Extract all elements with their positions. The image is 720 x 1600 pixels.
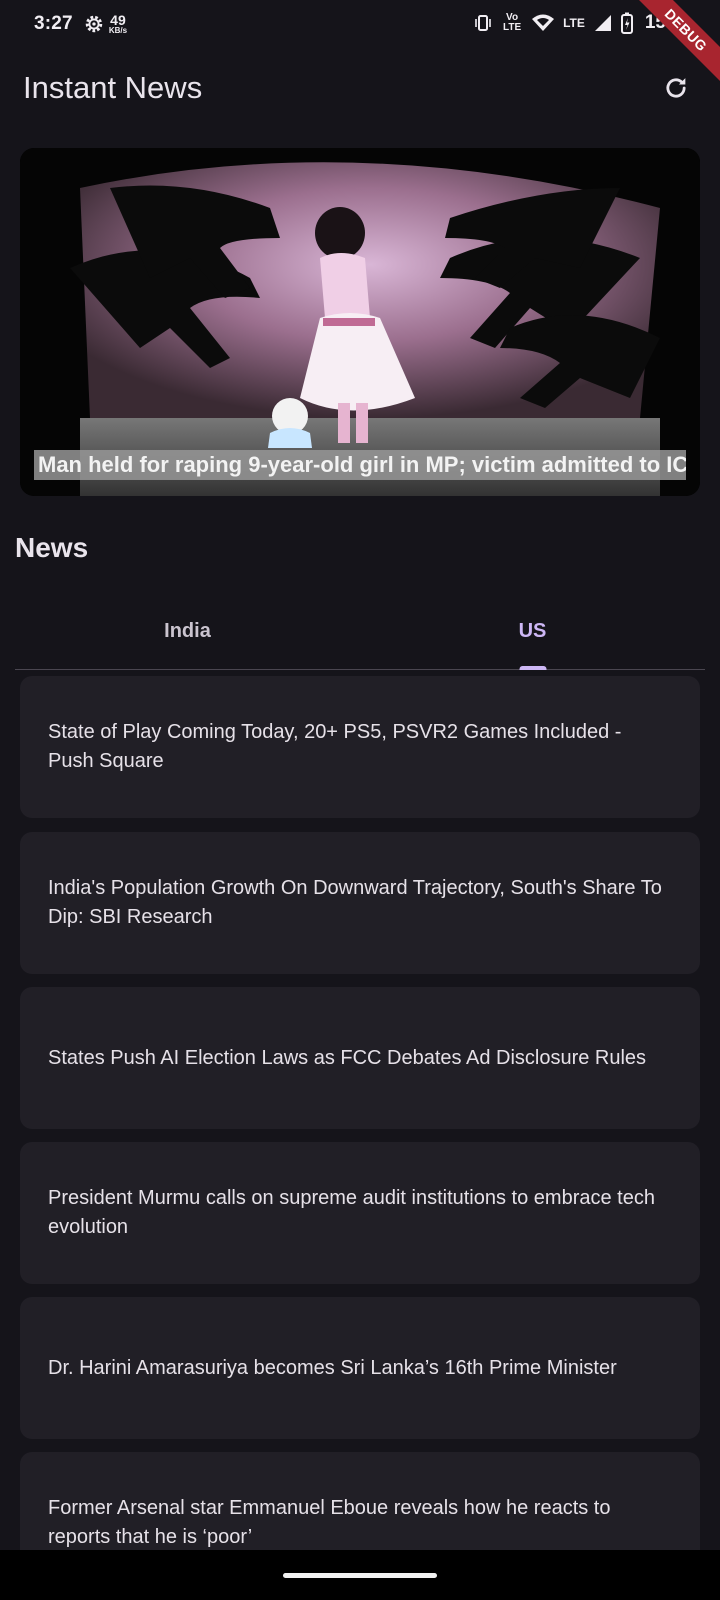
news-card[interactable]: States Push AI Election Laws as FCC Deba… — [20, 987, 700, 1129]
network-speed: 49 KB/s — [109, 13, 127, 35]
hero-news-card[interactable]: Man held for raping 9-year-old girl in M… — [20, 148, 700, 496]
news-headline: India's Population Growth On Downward Tr… — [48, 877, 662, 928]
vibrate-icon — [475, 15, 491, 31]
system-nav-bar — [0, 1550, 720, 1600]
volte-indicator: Vo LTE — [503, 12, 522, 33]
news-headline: States Push AI Election Laws as FCC Deba… — [48, 1046, 647, 1069]
status-bar: 3:27 49 KB/s Vo LTE LTE 15 — [0, 0, 720, 48]
network-speed-unit: KB/s — [108, 26, 128, 35]
settings-gear-icon — [85, 15, 103, 33]
tab-us[interactable]: US — [360, 594, 705, 669]
news-headline: Dr. Harini Amarasuriya becomes Sri Lanka… — [48, 1356, 617, 1379]
news-headline: Former Arsenal star Emmanuel Eboue revea… — [48, 1497, 611, 1548]
home-gesture-handle[interactable] — [283, 1573, 437, 1578]
news-card[interactable]: Former Arsenal star Emmanuel Eboue revea… — [20, 1452, 700, 1550]
refresh-icon — [666, 78, 686, 98]
news-card[interactable]: State of Play Coming Today, 20+ PS5, PSV… — [20, 676, 700, 818]
section-title: News — [15, 532, 89, 563]
news-card[interactable]: Dr. Harini Amarasuriya becomes Sri Lanka… — [20, 1297, 700, 1439]
signal-icon — [594, 15, 611, 31]
app-bar: Instant News — [0, 56, 720, 120]
status-time: 3:27 — [34, 13, 73, 34]
refresh-button[interactable] — [658, 70, 694, 106]
news-headline: State of Play Coming Today, 20+ PS5, PSV… — [48, 721, 622, 772]
news-card[interactable]: India's Population Growth On Downward Tr… — [20, 832, 700, 974]
screen: 3:27 49 KB/s Vo LTE LTE 15 DEBUG Instant… — [0, 0, 720, 1600]
news-card[interactable]: President Murmu calls on supreme audit i… — [20, 1142, 700, 1284]
tab-india[interactable]: India — [15, 594, 360, 669]
lte-indicator: LTE — [563, 16, 585, 30]
hero-image — [20, 148, 700, 496]
hero-caption: Man held for raping 9-year-old girl in M… — [34, 450, 686, 480]
region-tabs: India US — [15, 594, 705, 670]
news-headline: President Murmu calls on supreme audit i… — [48, 1187, 655, 1238]
network-speed-value: 49 — [110, 12, 126, 28]
news-list[interactable]: State of Play Coming Today, 20+ PS5, PSV… — [20, 676, 700, 1550]
wifi-icon — [532, 14, 555, 31]
status-icons: Vo LTE LTE 15 — [473, 12, 666, 34]
battery-icon — [620, 12, 633, 34]
app-title: Instant News — [23, 70, 203, 105]
